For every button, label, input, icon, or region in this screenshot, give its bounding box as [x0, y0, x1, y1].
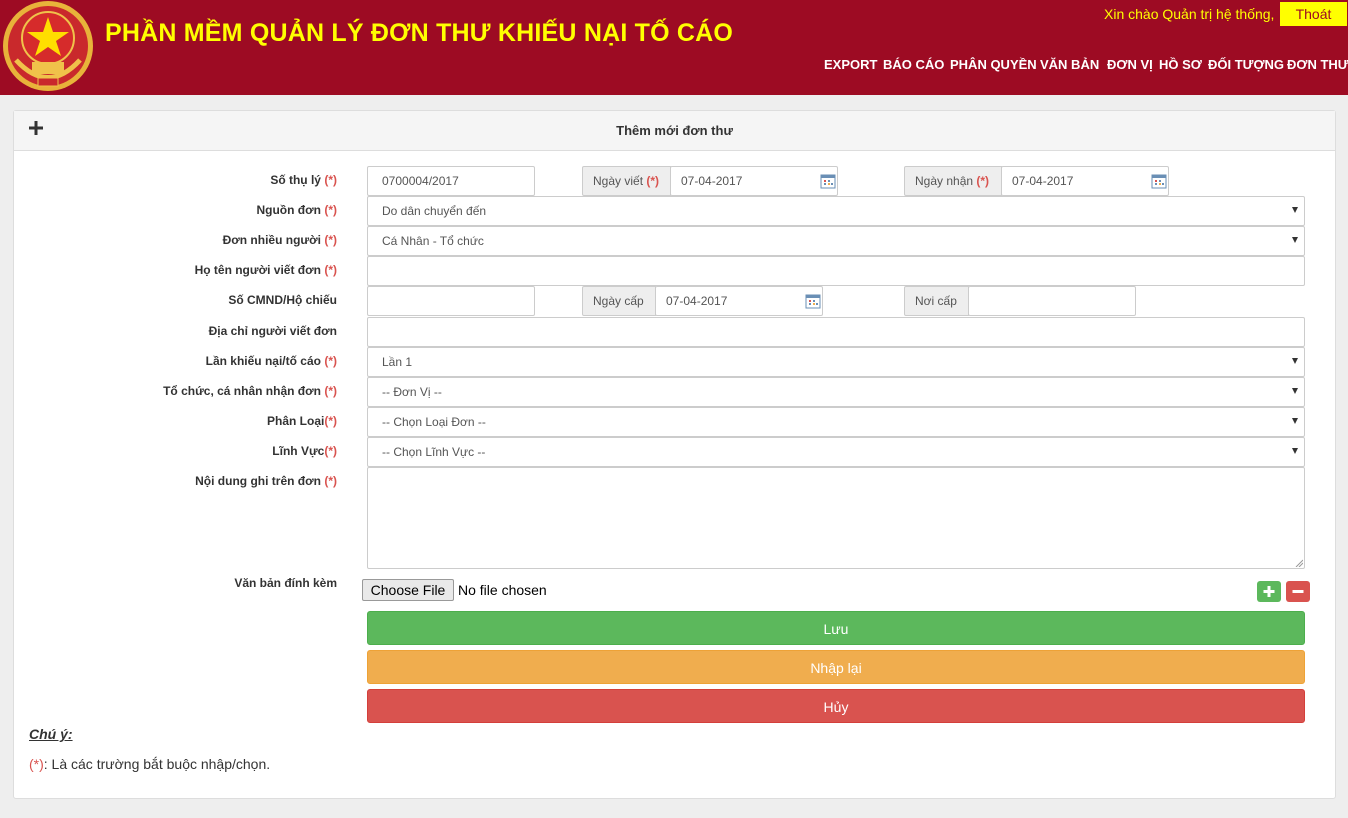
- reset-button[interactable]: Nhập lại: [367, 650, 1305, 684]
- note-description: : Là các trường bắt buộc nhập/chọn.: [43, 756, 271, 772]
- calendar-icon[interactable]: [1151, 173, 1167, 189]
- nav-van-ban[interactable]: VĂN BẢN: [1040, 57, 1099, 72]
- chevron-down-icon: [1292, 207, 1298, 213]
- to-chuc-select[interactable]: -- Đơn Vị --: [367, 377, 1305, 407]
- chevron-down-icon: [1292, 358, 1298, 364]
- remove-attachment-button[interactable]: [1286, 581, 1310, 602]
- required-mark: (*): [29, 756, 44, 772]
- linh-vuc-select[interactable]: -- Chọn Lĩnh Vực --: [367, 437, 1305, 467]
- noi-dung-label: Nội dung ghi trên đơn (*): [195, 474, 337, 488]
- logout-button[interactable]: Thoát: [1280, 2, 1347, 26]
- noi-cap-addon: Nơi cấp: [904, 286, 969, 316]
- nav-doi-tuong[interactable]: ĐỐI TƯỢNG: [1208, 57, 1284, 72]
- ngay-viet-input[interactable]: 07-04-2017: [670, 166, 838, 196]
- cancel-button[interactable]: Hủy: [367, 689, 1305, 723]
- plus-icon: [1263, 586, 1275, 597]
- phan-loai-label: Phân Loại(*): [266, 414, 337, 428]
- resize-grip-icon[interactable]: [1295, 559, 1303, 567]
- don-nhieu-nguoi-label: Đơn nhiều người (*): [222, 233, 337, 247]
- calendar-icon[interactable]: [805, 293, 821, 309]
- nav-phan-quyen[interactable]: PHÂN QUYỀN: [950, 57, 1037, 72]
- nav-don-vi[interactable]: ĐƠN VỊ: [1107, 57, 1153, 72]
- nav-don-thu[interactable]: ĐƠN THƯ: [1287, 57, 1348, 72]
- note-title: Chú ý:: [29, 726, 73, 742]
- chevron-down-icon: [1292, 237, 1298, 243]
- van-ban-label: Văn bản đính kèm: [234, 576, 337, 590]
- nav-ho-so[interactable]: HỒ SƠ: [1159, 57, 1202, 72]
- dia-chi-label: Địa chỉ người viết đơn: [208, 324, 337, 338]
- cmnd-label: Số CMND/Hộ chiếu: [228, 293, 337, 307]
- ho-ten-label: Họ tên người viết đơn (*): [194, 263, 337, 277]
- nav-bao-cao[interactable]: BÁO CÁO: [883, 57, 944, 72]
- ngay-viet-addon: Ngày viết (*): [582, 166, 671, 196]
- save-button[interactable]: Lưu: [367, 611, 1305, 645]
- to-chuc-label: Tổ chức, cá nhân nhận đơn (*): [163, 384, 337, 398]
- user-greeting: Xin chào Quản trị hệ thống,: [1104, 6, 1275, 22]
- chevron-down-icon: [1292, 418, 1298, 424]
- dia-chi-input[interactable]: [367, 317, 1305, 347]
- panel-title: Thêm mới đơn thư: [616, 123, 733, 138]
- noi-dung-textarea[interactable]: [367, 467, 1305, 569]
- minus-icon: [1292, 590, 1304, 593]
- phan-loai-select[interactable]: -- Chọn Loại Đơn --: [367, 407, 1305, 437]
- lan-khieu-nai-select[interactable]: Lần 1: [367, 347, 1305, 377]
- don-nhieu-nguoi-select[interactable]: Cá Nhân - Tổ chức: [367, 226, 1305, 256]
- cmnd-input[interactable]: [367, 286, 535, 316]
- app-header: PHẦN MỀM QUẢN LÝ ĐƠN THƯ KHIẾU NẠI TỐ CÁ…: [0, 0, 1348, 95]
- nav-export[interactable]: EXPORT: [824, 57, 877, 72]
- choose-file-button[interactable]: Choose File: [362, 579, 454, 601]
- panel-header: Thêm mới đơn thư: [14, 111, 1335, 151]
- calendar-icon[interactable]: [820, 173, 836, 189]
- nguon-don-select[interactable]: Do dân chuyển đến: [367, 196, 1305, 226]
- ngay-cap-addon: Ngày cấp: [582, 286, 656, 316]
- nguon-don-label: Nguồn đơn (*): [256, 203, 337, 217]
- note-text: (*): Là các trường bắt buộc nhập/chọn.: [29, 756, 270, 772]
- so-thu-ly-input[interactable]: 0700004/2017: [367, 166, 535, 196]
- ho-ten-input[interactable]: [367, 256, 1305, 286]
- ngay-nhan-addon: Ngày nhận (*): [904, 166, 1002, 196]
- ngay-cap-input[interactable]: 07-04-2017: [655, 286, 823, 316]
- file-status: No file chosen: [458, 582, 547, 598]
- national-emblem-logo: [3, 1, 93, 91]
- ngay-nhan-input[interactable]: 07-04-2017: [1001, 166, 1169, 196]
- chevron-down-icon: [1292, 388, 1298, 394]
- noi-cap-input[interactable]: [968, 286, 1136, 316]
- app-title: PHẦN MỀM QUẢN LÝ ĐƠN THƯ KHIẾU NẠI TỐ CÁ…: [105, 19, 734, 47]
- main-nav: EXPORT BÁO CÁO PHÂN QUYỀN VĂN BẢN ĐƠN VỊ…: [0, 57, 1348, 73]
- chevron-down-icon: [1292, 448, 1298, 454]
- so-thu-ly-label: Số thụ lý (*): [270, 173, 337, 187]
- lan-khieu-nai-label: Lần khiếu nại/tố cáo (*): [205, 354, 337, 368]
- add-attachment-button[interactable]: [1257, 581, 1281, 602]
- linh-vuc-label: Lĩnh Vực(*): [272, 444, 337, 458]
